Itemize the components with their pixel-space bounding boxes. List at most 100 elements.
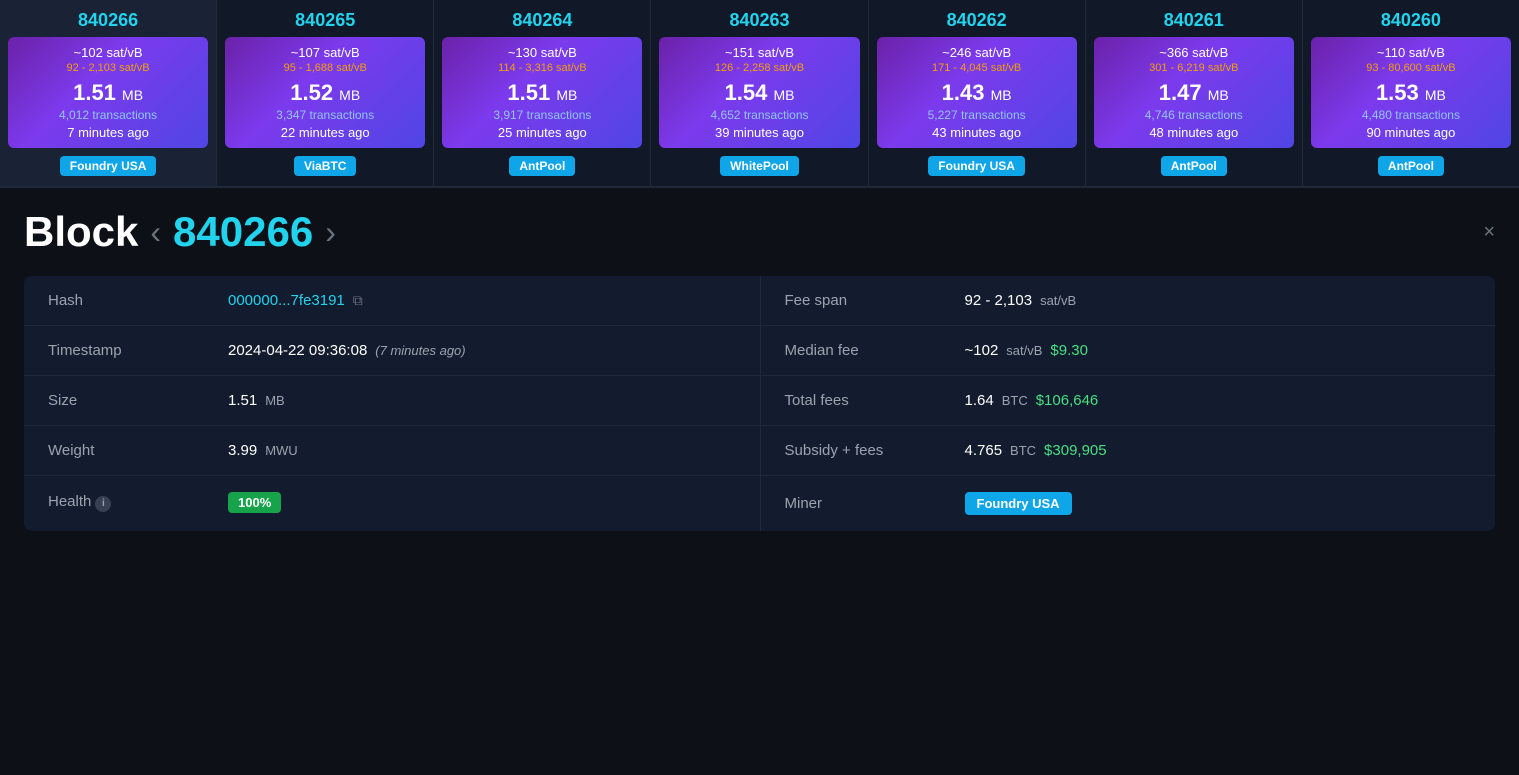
row-label: Median fee (785, 342, 965, 359)
hash-value[interactable]: 000000...7fe3191 (228, 292, 345, 309)
carousel-block-inner: ~110 sat/vB 93 - 80,600 sat/vB 1.53 MB 4… (1311, 37, 1511, 148)
detail-left-col: Hash 000000...7fe3191 ⧉ Timestamp 2024-0… (24, 276, 760, 531)
detail-row-hash: Hash 000000...7fe3191 ⧉ (24, 276, 760, 326)
carousel-block-number: 840266 (8, 10, 208, 31)
row-label: Weight (48, 442, 228, 459)
carousel-time-ago: 25 minutes ago (450, 125, 634, 140)
detail-grid: Hash 000000...7fe3191 ⧉ Timestamp 2024-0… (24, 276, 1495, 531)
fee-span-value: 92 - 2,103 (965, 292, 1033, 309)
carousel-block-inner: ~130 sat/vB 114 - 3,316 sat/vB 1.51 MB 3… (442, 37, 642, 148)
subsidy-unit: BTC (1010, 443, 1036, 458)
carousel-block-number: 840265 (225, 10, 425, 31)
carousel-sat-rate: ~151 sat/vB (667, 45, 851, 60)
carousel-miner-badge[interactable]: AntPool (1161, 156, 1227, 176)
row-label: Miner (785, 495, 965, 512)
block-card-840261[interactable]: 840261 ~366 sat/vB 301 - 6,219 sat/vB 1.… (1086, 0, 1303, 186)
subsidy-usd: $309,905 (1044, 442, 1107, 459)
carousel-time-ago: 22 minutes ago (233, 125, 417, 140)
row-label: Subsidy + fees (785, 442, 965, 459)
block-card-840264[interactable]: 840264 ~130 sat/vB 114 - 3,316 sat/vB 1.… (434, 0, 651, 186)
close-button[interactable]: × (1483, 221, 1495, 244)
timestamp-value: 2024-04-22 09:36:08 (228, 342, 367, 359)
row-value: 100% (228, 492, 281, 513)
block-card-840262[interactable]: 840262 ~246 sat/vB 171 - 4,045 sat/vB 1.… (869, 0, 1086, 186)
carousel-miner-badge[interactable]: Foundry USA (60, 156, 157, 176)
row-value: 92 - 2,103 sat/vB (965, 292, 1077, 309)
carousel-sat-range: 114 - 3,316 sat/vB (450, 62, 634, 74)
block-number: 840266 (173, 208, 313, 256)
block-card-840260[interactable]: 840260 ~110 sat/vB 93 - 80,600 sat/vB 1.… (1303, 0, 1519, 186)
carousel-block-number: 840264 (442, 10, 642, 31)
carousel-block-size: 1.51 MB (16, 80, 200, 106)
miner-badge-detail[interactable]: Foundry USA (965, 492, 1072, 515)
carousel-block-number: 840262 (877, 10, 1077, 31)
row-label: Fee span (785, 292, 965, 309)
row-value: ~102 sat/vB $9.30 (965, 342, 1088, 359)
carousel-miner-badge[interactable]: AntPool (1378, 156, 1444, 176)
carousel-miner-badge[interactable]: Foundry USA (928, 156, 1025, 176)
carousel-tx-count: 3,917 transactions (450, 108, 634, 122)
row-label: Size (48, 392, 228, 409)
carousel-time-ago: 43 minutes ago (885, 125, 1069, 140)
detail-right-col: Fee span 92 - 2,103 sat/vB Median fee ~1… (760, 276, 1496, 531)
total-fees-unit: BTC (1002, 393, 1028, 408)
prev-block-arrow[interactable]: ‹ (150, 214, 161, 251)
block-card-840265[interactable]: 840265 ~107 sat/vB 95 - 1,688 sat/vB 1.5… (217, 0, 434, 186)
weight-value: 3.99 (228, 442, 257, 459)
block-label: Block (24, 208, 138, 256)
detail-row-size: Size 1.51 MB (24, 376, 760, 426)
carousel-miner-badge[interactable]: AntPool (509, 156, 575, 176)
carousel-sat-rate: ~107 sat/vB (233, 45, 417, 60)
carousel-sat-rate: ~130 sat/vB (450, 45, 634, 60)
weight-unit: MWU (265, 443, 298, 458)
block-card-840263[interactable]: 840263 ~151 sat/vB 126 - 2,258 sat/vB 1.… (651, 0, 868, 186)
carousel-block-size: 1.54 MB (667, 80, 851, 106)
detail-row-health: Healthi 100% (24, 476, 760, 529)
carousel-tx-count: 4,652 transactions (667, 108, 851, 122)
row-value: Foundry USA (965, 492, 1072, 515)
median-fee-usd: $9.30 (1050, 342, 1088, 359)
row-value: 3.99 MWU (228, 442, 298, 459)
carousel-tx-count: 4,012 transactions (16, 108, 200, 122)
carousel-block-size: 1.43 MB (885, 80, 1069, 106)
carousel-block-number: 840263 (659, 10, 859, 31)
size-unit: MB (265, 393, 285, 408)
detail-row-median-fee: Median fee ~102 sat/vB $9.30 (761, 326, 1496, 376)
block-card-840266[interactable]: 840266 ~102 sat/vB 92 - 2,103 sat/vB 1.5… (0, 0, 217, 186)
copy-icon[interactable]: ⧉ (353, 292, 363, 309)
carousel-time-ago: 48 minutes ago (1102, 125, 1286, 140)
detail-row-weight: Weight 3.99 MWU (24, 426, 760, 476)
carousel-tx-count: 5,227 transactions (885, 108, 1069, 122)
carousel-block-number: 840260 (1311, 10, 1511, 31)
carousel-miner-badge[interactable]: WhitePool (720, 156, 799, 176)
carousel-miner-badge[interactable]: ViaBTC (294, 156, 356, 176)
carousel-tx-count: 4,746 transactions (1102, 108, 1286, 122)
row-value: 4.765 BTC $309,905 (965, 442, 1107, 459)
row-value: 1.51 MB (228, 392, 285, 409)
carousel-sat-range: 171 - 4,045 sat/vB (885, 62, 1069, 74)
health-info-icon[interactable]: i (95, 496, 111, 512)
carousel-block-size: 1.47 MB (1102, 80, 1286, 106)
row-label: Hash (48, 292, 228, 309)
row-label: Total fees (785, 392, 965, 409)
carousel-time-ago: 90 minutes ago (1319, 125, 1503, 140)
median-fee-value: ~102 (965, 342, 999, 359)
carousel-sat-rate: ~110 sat/vB (1319, 45, 1503, 60)
detail-row-fee-span: Fee span 92 - 2,103 sat/vB (761, 276, 1496, 326)
carousel-block-inner: ~151 sat/vB 126 - 2,258 sat/vB 1.54 MB 4… (659, 37, 859, 148)
fee-span-unit: sat/vB (1040, 293, 1076, 308)
median-fee-unit: sat/vB (1006, 343, 1042, 358)
detail-container: Hash 000000...7fe3191 ⧉ Timestamp 2024-0… (24, 276, 1495, 531)
row-value: 000000...7fe3191 ⧉ (228, 292, 363, 309)
carousel-sat-range: 93 - 80,600 sat/vB (1319, 62, 1503, 74)
total-fees-value: 1.64 (965, 392, 994, 409)
carousel-block-inner: ~102 sat/vB 92 - 2,103 sat/vB 1.51 MB 4,… (8, 37, 208, 148)
detail-row-subsidy-fees: Subsidy + fees 4.765 BTC $309,905 (761, 426, 1496, 476)
detail-row-timestamp: Timestamp 2024-04-22 09:36:08 (7 minutes… (24, 326, 760, 376)
row-value: 2024-04-22 09:36:08 (7 minutes ago) (228, 342, 466, 359)
row-value: 1.64 BTC $106,646 (965, 392, 1099, 409)
block-detail: Block ‹ 840266 › × Hash 000000...7fe3191… (0, 188, 1519, 531)
next-block-arrow[interactable]: › (325, 214, 336, 251)
carousel-sat-range: 92 - 2,103 sat/vB (16, 62, 200, 74)
health-badge: 100% (228, 492, 281, 513)
